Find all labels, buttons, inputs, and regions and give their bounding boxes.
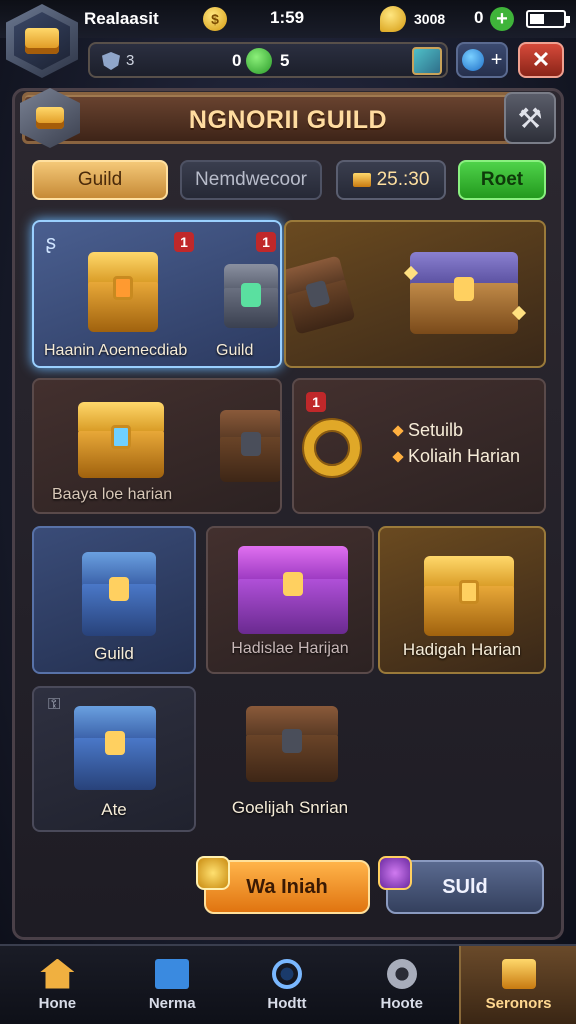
reward-card-4[interactable]: 1 Setuilb Koliaih Harian: [292, 378, 546, 514]
nav-settings[interactable]: Hoote: [344, 946, 459, 1024]
tab-gold-balance[interactable]: 25.:30: [336, 160, 446, 200]
resource-value-c: 5: [280, 51, 290, 70]
status-bar: Realaasit $ 1:59 3008 0 +: [0, 0, 576, 38]
card-label: Guild: [216, 342, 254, 359]
reward-card-3[interactable]: Baaya loe harian: [32, 378, 282, 514]
tools-icon: ⚒: [517, 102, 543, 134]
clock: 1:59: [270, 8, 305, 27]
gold-ring-icon: [304, 420, 360, 476]
nav-home[interactable]: Hone: [0, 946, 115, 1024]
reward-line-1: Setuilb: [392, 420, 463, 441]
currency-value: 3008: [414, 11, 446, 27]
nav-rewards[interactable]: Seronors: [459, 946, 576, 1024]
reward-card-1[interactable]: ʂ 1 1 Haanin Aoemecdiab Guild: [32, 220, 282, 368]
home-icon: [40, 958, 75, 989]
bottom-nav: Hone Nerma Hodtt Hoote Seronors: [0, 944, 576, 1024]
notification-badge: 1: [256, 232, 276, 252]
nav-label: Hone: [38, 994, 77, 1012]
reward-card-5[interactable]: Guild: [32, 526, 196, 674]
treasure-icon: [25, 28, 59, 54]
settings-tools-button[interactable]: ⚒: [504, 92, 556, 144]
claim-button-label: Wa Iniah: [246, 875, 328, 898]
lantern-chest-icon: [88, 252, 158, 332]
card-label: Hadislae Harijan: [231, 640, 349, 657]
treasure-icon: [36, 107, 64, 129]
reward-card-9[interactable]: Goelijah Snrian: [206, 686, 374, 832]
chest-icon: [352, 173, 371, 187]
add-gem-button[interactable]: +: [456, 42, 508, 78]
player-name: Realaasit: [84, 9, 159, 28]
nav-label: Nerma: [148, 994, 196, 1012]
gem-count: 0: [474, 8, 484, 27]
gold-gem-icon: [380, 6, 406, 32]
blue-chest-icon: [74, 706, 156, 790]
reward-card-2[interactable]: [284, 220, 546, 368]
green-orb-icon: [246, 48, 272, 74]
guild-button-label: SUld: [442, 875, 488, 898]
gold-chest-icon: [424, 556, 514, 636]
reward-line-2: Koliaih Harian: [392, 446, 520, 467]
crystal-icon: [378, 856, 412, 890]
tab-members[interactable]: Nemdwecoor: [180, 160, 322, 200]
card-label: Hadigah Harian: [402, 640, 522, 659]
close-button[interactable]: ✕: [518, 42, 564, 78]
card-label: Ate: [101, 800, 127, 819]
claim-button[interactable]: Wa Iniah: [196, 856, 370, 914]
wooden-chest-icon: [246, 706, 338, 782]
coin-icon: [196, 856, 230, 890]
card-label: Guild: [94, 644, 134, 663]
nav-label: Seronors: [485, 994, 552, 1012]
target-icon: [271, 958, 302, 989]
tab-action-green[interactable]: Roet: [458, 160, 546, 200]
nav-target[interactable]: Hodtt: [230, 946, 345, 1024]
resource-bar: 3 0 5: [88, 42, 448, 78]
gold-chest-icon: [78, 402, 164, 478]
notification-badge: 1: [174, 232, 194, 252]
reward-card-6[interactable]: Hadislae Harijan: [206, 526, 374, 674]
card-label: Baaya loe harian: [52, 486, 173, 503]
card-label: Goelijah Snrian: [231, 798, 349, 817]
map-icon[interactable]: [412, 47, 442, 75]
shield-icon: [102, 52, 120, 70]
add-currency-button[interactable]: +: [490, 7, 514, 31]
blue-chest-icon: [82, 552, 156, 636]
reward-card-8[interactable]: ⚿ Ate: [32, 686, 196, 832]
blue-orb-icon: [461, 49, 484, 71]
resource-value-b: 0: [232, 51, 242, 70]
reward-card-7[interactable]: Hadigah Harian: [378, 526, 546, 674]
gear-icon: [386, 958, 417, 989]
coin-icon: $: [203, 7, 227, 31]
chest-icon: [501, 958, 536, 989]
check-icon: [155, 958, 190, 989]
guild-title: NGNORII GUILD: [188, 106, 388, 134]
tab-guild[interactable]: Guild: [32, 160, 168, 200]
broken-chest-icon: [286, 255, 356, 335]
nav-label: Hodtt: [267, 994, 307, 1012]
guild-banner: NGNORII GUILD: [22, 92, 554, 144]
notification-badge: 1: [306, 392, 326, 412]
guild-button[interactable]: SUld: [378, 856, 544, 914]
jeweled-chest-icon: [410, 252, 518, 334]
plus-icon: +: [490, 48, 503, 71]
gold-balance-value: 25.:30: [376, 169, 430, 190]
wooden-chest-icon: [220, 410, 280, 482]
purple-chest-icon: [238, 546, 348, 634]
nav-label: Hoote: [380, 994, 424, 1012]
silver-chest-icon: [224, 264, 278, 328]
lock-icon: ⚿: [48, 696, 61, 713]
battery-icon: [526, 10, 570, 28]
swirl-icon: ʂ: [46, 232, 56, 254]
card-label: Haanin Aoemecdiab: [44, 342, 188, 359]
resource-value-a: 3: [126, 52, 135, 69]
nav-tasks[interactable]: Nerma: [115, 946, 230, 1024]
